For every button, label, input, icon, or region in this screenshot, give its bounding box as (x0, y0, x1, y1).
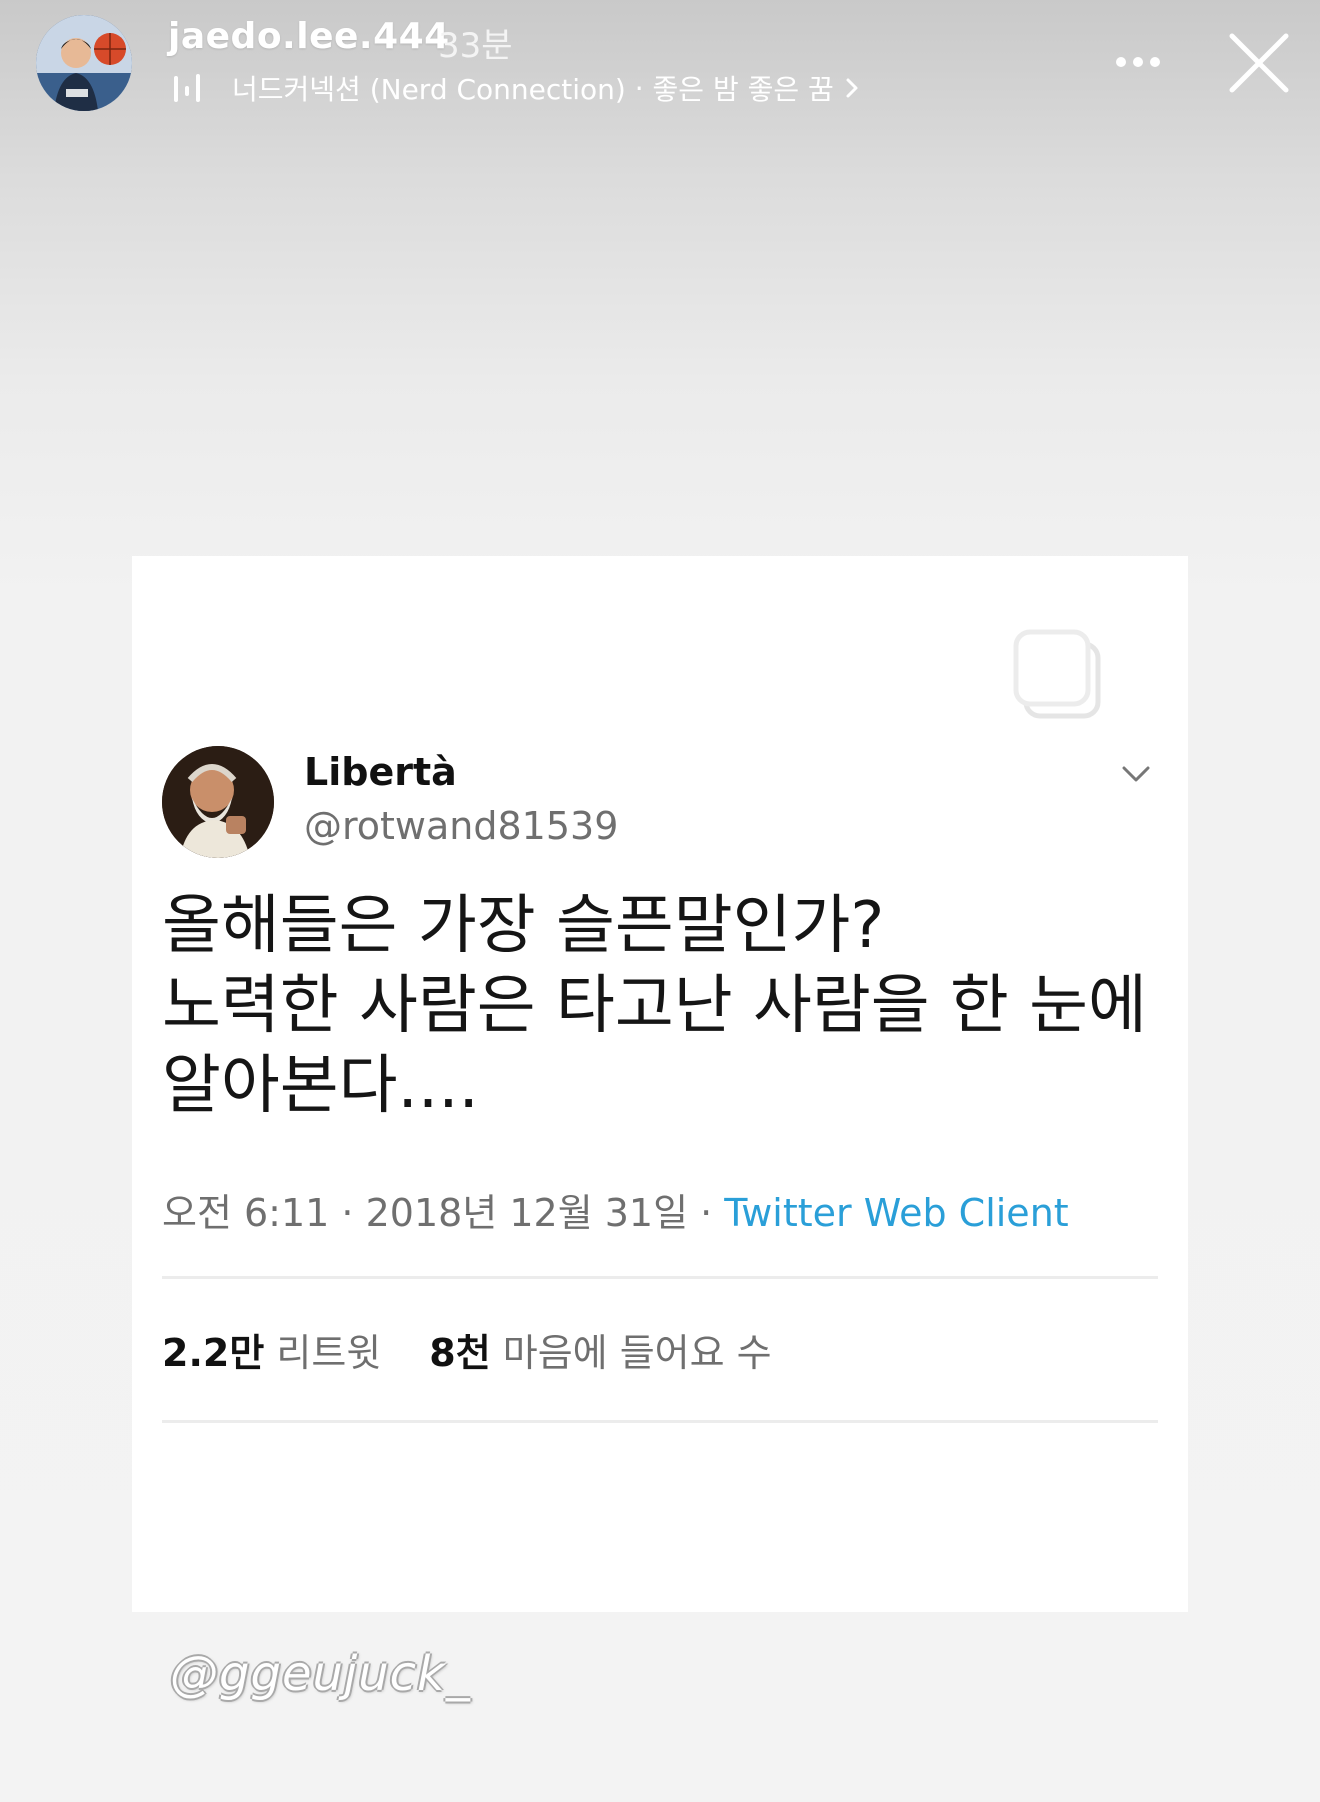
tweet-text-line: 올해들은 가장 슬픈말인가? (162, 889, 885, 963)
tweet-stats: 2.2만 리트윗 8천 마음에 들어요 수 (162, 1322, 772, 1377)
divider (162, 1420, 1158, 1423)
watermark-text: @ggeujuck_ (170, 1646, 471, 1702)
retweet-label: 리트윗 (276, 1331, 382, 1375)
like-label: 마음에 들어요 수 (502, 1331, 772, 1375)
chevron-down-icon[interactable] (1118, 756, 1154, 792)
music-title: 좋은 밤 좋은 꿈 (652, 73, 834, 106)
tweet-handle[interactable]: @rotwand81539 (304, 804, 618, 848)
more-dot (1133, 57, 1143, 67)
tweet-card: Libertà @rotwand81539 올해들은 가장 슬픈말인가? 노력한… (132, 556, 1188, 1612)
story-avatar[interactable] (36, 15, 132, 111)
tweet-meta: 오전 6:11 · 2018년 12월 31일 · Twitter Web Cl… (162, 1182, 1069, 1237)
tweet-display-name[interactable]: Libertà (304, 750, 457, 794)
more-options-button[interactable] (1112, 40, 1164, 84)
chevron-right-icon (846, 78, 858, 98)
story-username[interactable]: jaedo.lee.444 (168, 16, 450, 57)
story-header: jaedo.lee.444 33분 너드커넥션 (Nerd Connection… (0, 0, 1320, 140)
meta-separator: · (688, 1191, 725, 1235)
tweet-avatar[interactable] (162, 746, 274, 858)
more-dot (1150, 57, 1160, 67)
retweet-stat[interactable]: 2.2만 리트윗 (162, 1331, 381, 1375)
like-stat[interactable]: 8천 마음에 들어요 수 (429, 1331, 771, 1375)
divider (162, 1276, 1158, 1279)
tweet-text-line: 노력한 사람은 타고난 사람을 한 눈에 (162, 969, 1147, 1043)
music-bars-icon (174, 74, 200, 102)
close-icon[interactable] (1226, 30, 1292, 96)
tweet-date: 2018년 12월 31일 (365, 1191, 689, 1235)
more-dots-icon (1116, 57, 1126, 67)
tweet-text: 올해들은 가장 슬픈말인가? 노력한 사람은 타고난 사람을 한 눈에 알아본다… (162, 886, 1162, 1126)
like-count: 8천 (429, 1331, 491, 1375)
story-time: 33분 (438, 26, 513, 66)
music-artist: 너드커넥션 (Nerd Connection) (232, 73, 626, 106)
meta-separator: · (329, 1191, 366, 1235)
music-separator: · (625, 71, 653, 105)
tweet-source-link[interactable]: Twitter Web Client (724, 1191, 1068, 1235)
copy-icon (1013, 629, 1101, 719)
retweet-count: 2.2만 (162, 1331, 265, 1375)
music-sticker[interactable]: 너드커넥션 (Nerd Connection) · 좋은 밤 좋은 꿈 (172, 70, 860, 106)
tweet-time: 오전 6:11 (162, 1191, 330, 1235)
tweet-text-line: 알아본다.... (162, 1049, 479, 1123)
